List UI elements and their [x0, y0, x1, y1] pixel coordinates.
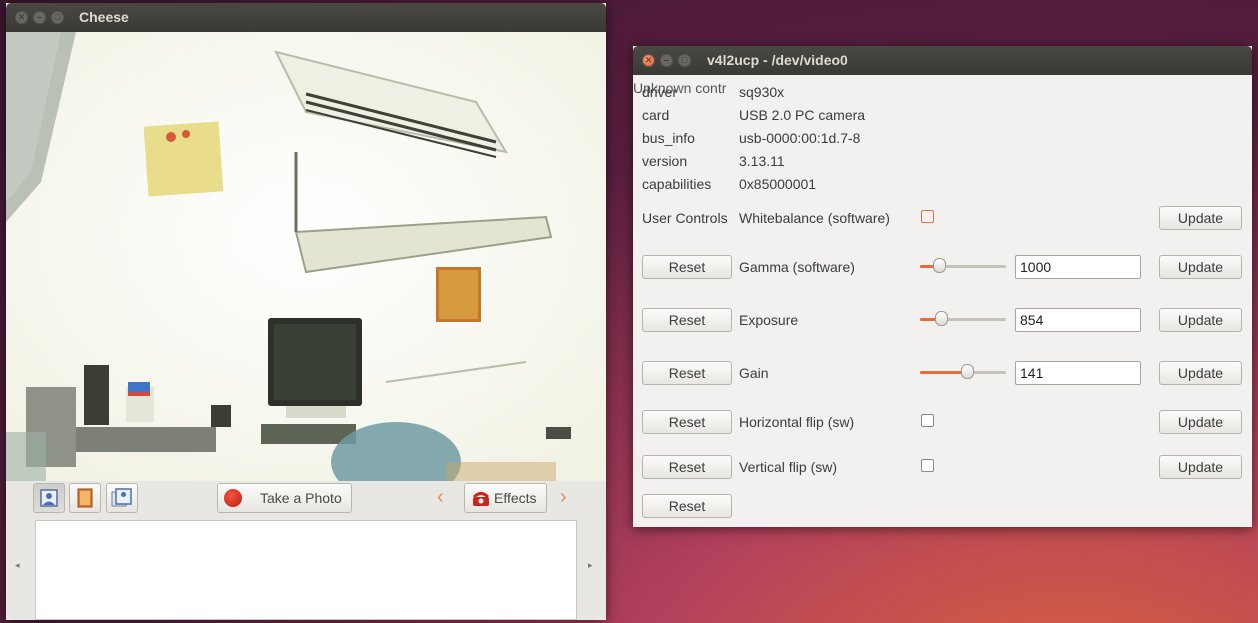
update-button-gamma[interactable]: Update [1159, 255, 1242, 279]
record-icon [224, 489, 242, 507]
info-value-driver: sq930x [739, 84, 785, 100]
v4l2ucp-window: ✕ – □ v4l2ucp - /dev/video0 driver Unkno… [633, 46, 1252, 527]
video-mode-icon [77, 488, 93, 508]
control-label-exposure: Exposure [739, 312, 799, 328]
control-label-gain: Gain [739, 365, 769, 381]
control-label-vertical-flip: Vertical flip (sw) [739, 459, 838, 475]
cheese-titlebar[interactable]: ✕ – □ Cheese [6, 3, 606, 32]
burst-mode-button[interactable] [106, 483, 138, 513]
gain-slider[interactable] [920, 364, 1006, 380]
exposure-value-field[interactable]: 854 [1015, 308, 1141, 332]
minimize-icon[interactable]: – [33, 11, 46, 24]
window-title: Cheese [79, 9, 129, 25]
update-button-whitebalance[interactable]: Update [1159, 206, 1242, 230]
minimize-icon[interactable]: – [660, 54, 673, 67]
cheese-toolbar: Take a Photo ‹ Effects › [6, 481, 606, 518]
update-button-vertical-flip[interactable]: Update [1159, 455, 1242, 479]
gain-value-field[interactable]: 141 [1015, 361, 1141, 385]
effects-button[interactable]: Effects [464, 483, 547, 513]
scroll-right-icon[interactable]: ▸ [588, 560, 593, 571]
update-button-exposure[interactable]: Update [1159, 308, 1242, 332]
info-value-version: 3.13.11 [739, 153, 785, 169]
control-label-gamma: Gamma (software) [739, 259, 855, 275]
burst-mode-icon [111, 488, 132, 507]
horizontal-flip-checkbox[interactable] [921, 414, 934, 427]
take-photo-label: Take a Photo [260, 490, 342, 506]
cheese-window: ✕ – □ Cheese Take a Photo ‹ Effects › ◂ … [6, 3, 606, 620]
reset-button-gain[interactable]: Reset [642, 361, 732, 385]
chevron-right-icon[interactable]: › [560, 486, 567, 509]
thumbnail-area[interactable] [35, 520, 577, 620]
info-label-version: version [642, 153, 688, 169]
close-icon[interactable]: ✕ [15, 11, 28, 24]
unknown-control-label: Unknown contr [633, 80, 727, 96]
section-label-user-controls: User Controls [642, 210, 728, 226]
v4l2ucp-titlebar[interactable]: ✕ – □ v4l2ucp - /dev/video0 [633, 46, 1252, 75]
maximize-icon[interactable]: □ [51, 11, 64, 24]
info-value-capabilities: 0x85000001 [739, 176, 817, 192]
control-label-whitebalance: Whitebalance (software) [739, 210, 890, 226]
photo-mode-icon [40, 489, 58, 507]
info-label-capabilities: capabilities [642, 176, 712, 192]
slider-handle[interactable] [934, 311, 948, 326]
info-label-bus-info: bus_info [642, 130, 695, 146]
thumbnail-bar: ◂ ▸ [6, 518, 606, 620]
reset-button-vertical-flip[interactable]: Reset [642, 455, 732, 479]
effects-label: Effects [494, 490, 537, 506]
slider-handle[interactable] [961, 364, 975, 379]
reset-button-whitebalance[interactable]: Reset [642, 494, 732, 518]
control-panel: driver Unknown contr sq930x card USB 2.0… [633, 75, 1252, 527]
scroll-left-icon[interactable]: ◂ [15, 560, 20, 571]
info-value-bus-info: usb-0000:00:1d.7-8 [739, 130, 861, 146]
reset-button-gamma[interactable]: Reset [642, 255, 732, 279]
maximize-icon[interactable]: □ [678, 54, 691, 67]
update-button-gain[interactable]: Update [1159, 361, 1242, 385]
update-button-horizontal-flip[interactable]: Update [1159, 410, 1242, 434]
whitebalance-checkbox[interactable] [921, 210, 934, 223]
effects-icon [472, 492, 490, 506]
reset-button-horizontal-flip[interactable]: Reset [642, 410, 732, 434]
video-mode-button[interactable] [69, 483, 101, 513]
info-value-card: USB 2.0 PC camera [739, 107, 866, 123]
slider-handle[interactable] [932, 258, 946, 273]
exposure-slider[interactable] [920, 311, 1006, 327]
close-icon[interactable]: ✕ [642, 54, 655, 67]
photo-mode-button[interactable] [33, 483, 65, 513]
window-title: v4l2ucp - /dev/video0 [707, 52, 848, 68]
chevron-left-icon[interactable]: ‹ [437, 486, 444, 509]
info-label-card: card [642, 107, 670, 123]
gamma-slider[interactable] [920, 258, 1006, 274]
webcam-preview [6, 32, 606, 481]
gamma-value-field[interactable]: 1000 [1015, 255, 1141, 279]
vertical-flip-checkbox[interactable] [921, 459, 934, 472]
control-label-horizontal-flip: Horizontal flip (sw) [739, 414, 855, 430]
take-photo-button[interactable]: Take a Photo [217, 483, 352, 513]
reset-button-exposure[interactable]: Reset [642, 308, 732, 332]
